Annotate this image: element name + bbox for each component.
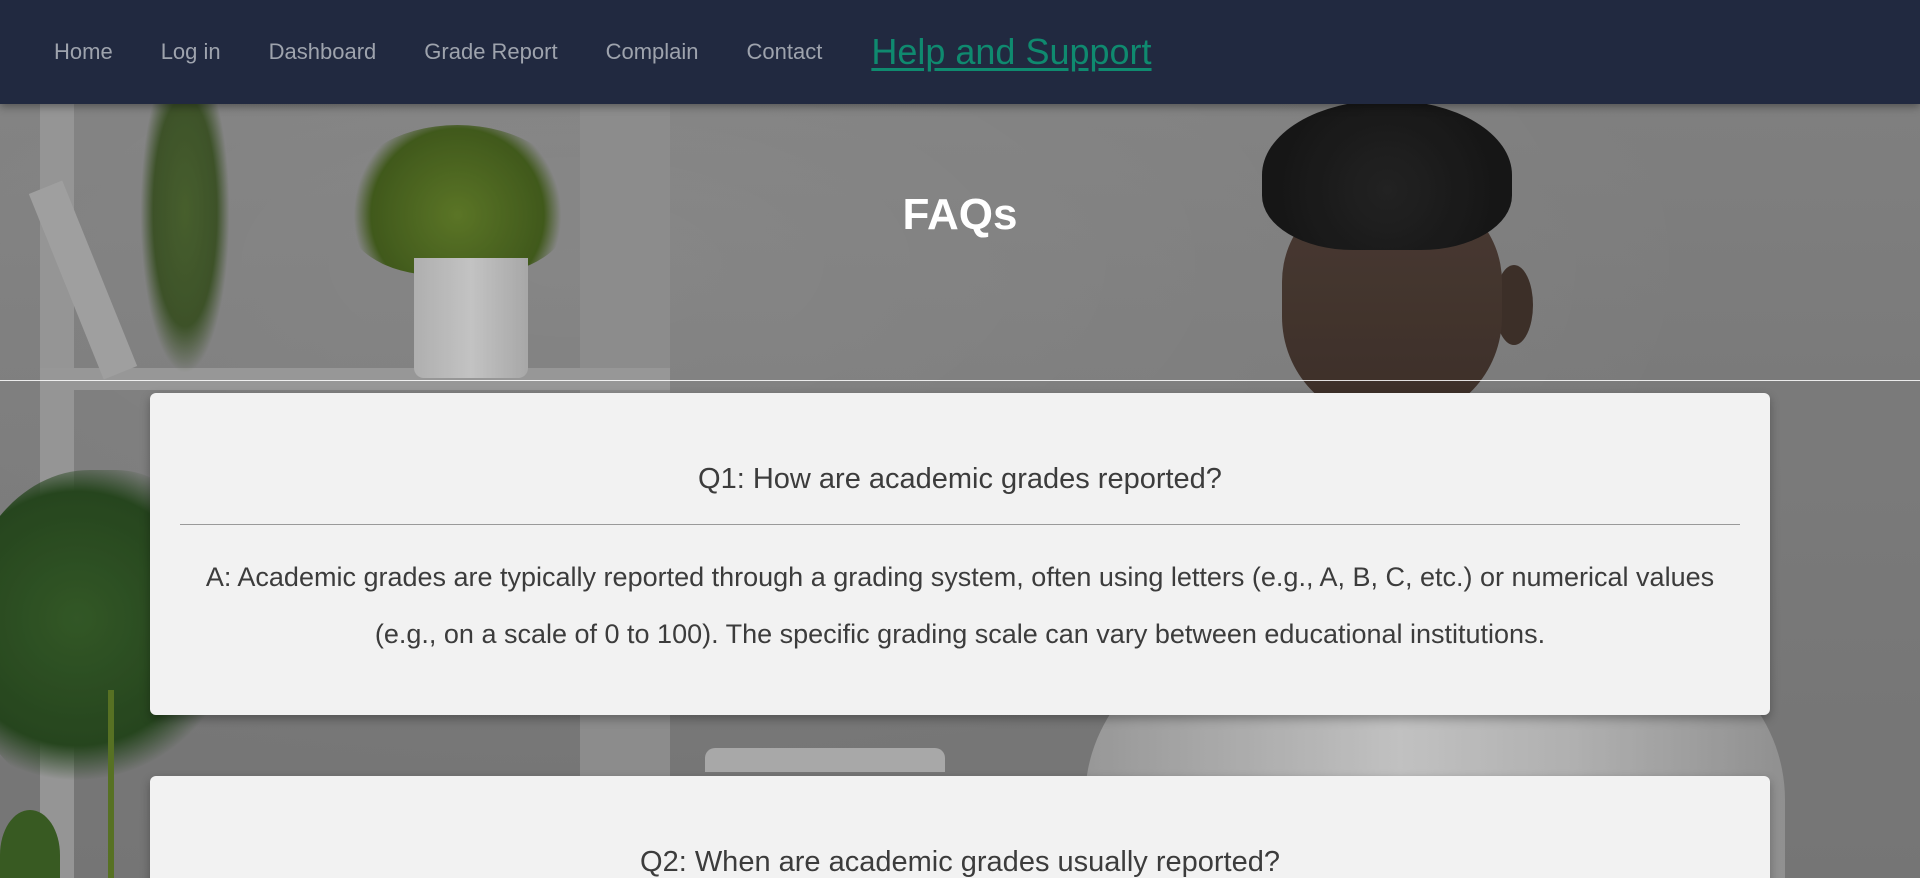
nav-link-dashboard[interactable]: Dashboard [269, 39, 377, 65]
faq-question: Q1: How are academic grades reported? [698, 463, 1222, 495]
nav-link-contact[interactable]: Contact [747, 39, 823, 65]
nav-links: Home Log in Dashboard Grade Report Compl… [54, 0, 1200, 104]
faq-card-1: Q1: How are academic grades reported? A:… [150, 393, 1770, 715]
nav-link-complain[interactable]: Complain [606, 39, 699, 65]
nav-link-grade-report[interactable]: Grade Report [424, 39, 557, 65]
faq-question: Q2: When are academic grades usually rep… [640, 846, 1280, 878]
page-title: FAQs [902, 190, 1018, 239]
nav-link-help-and-support[interactable]: Help and Support [871, 31, 1151, 73]
hero-divider [0, 380, 1920, 381]
faq-card-2: Q2: When are academic grades usually rep… [150, 776, 1770, 878]
faq-answer: A: Academic grades are typically reporte… [205, 562, 1715, 649]
nav-link-log-in[interactable]: Log in [161, 39, 221, 65]
faq-divider [180, 524, 1740, 525]
nav-link-home[interactable]: Home [54, 39, 113, 65]
top-navigation-bar: Home Log in Dashboard Grade Report Compl… [0, 0, 1920, 104]
